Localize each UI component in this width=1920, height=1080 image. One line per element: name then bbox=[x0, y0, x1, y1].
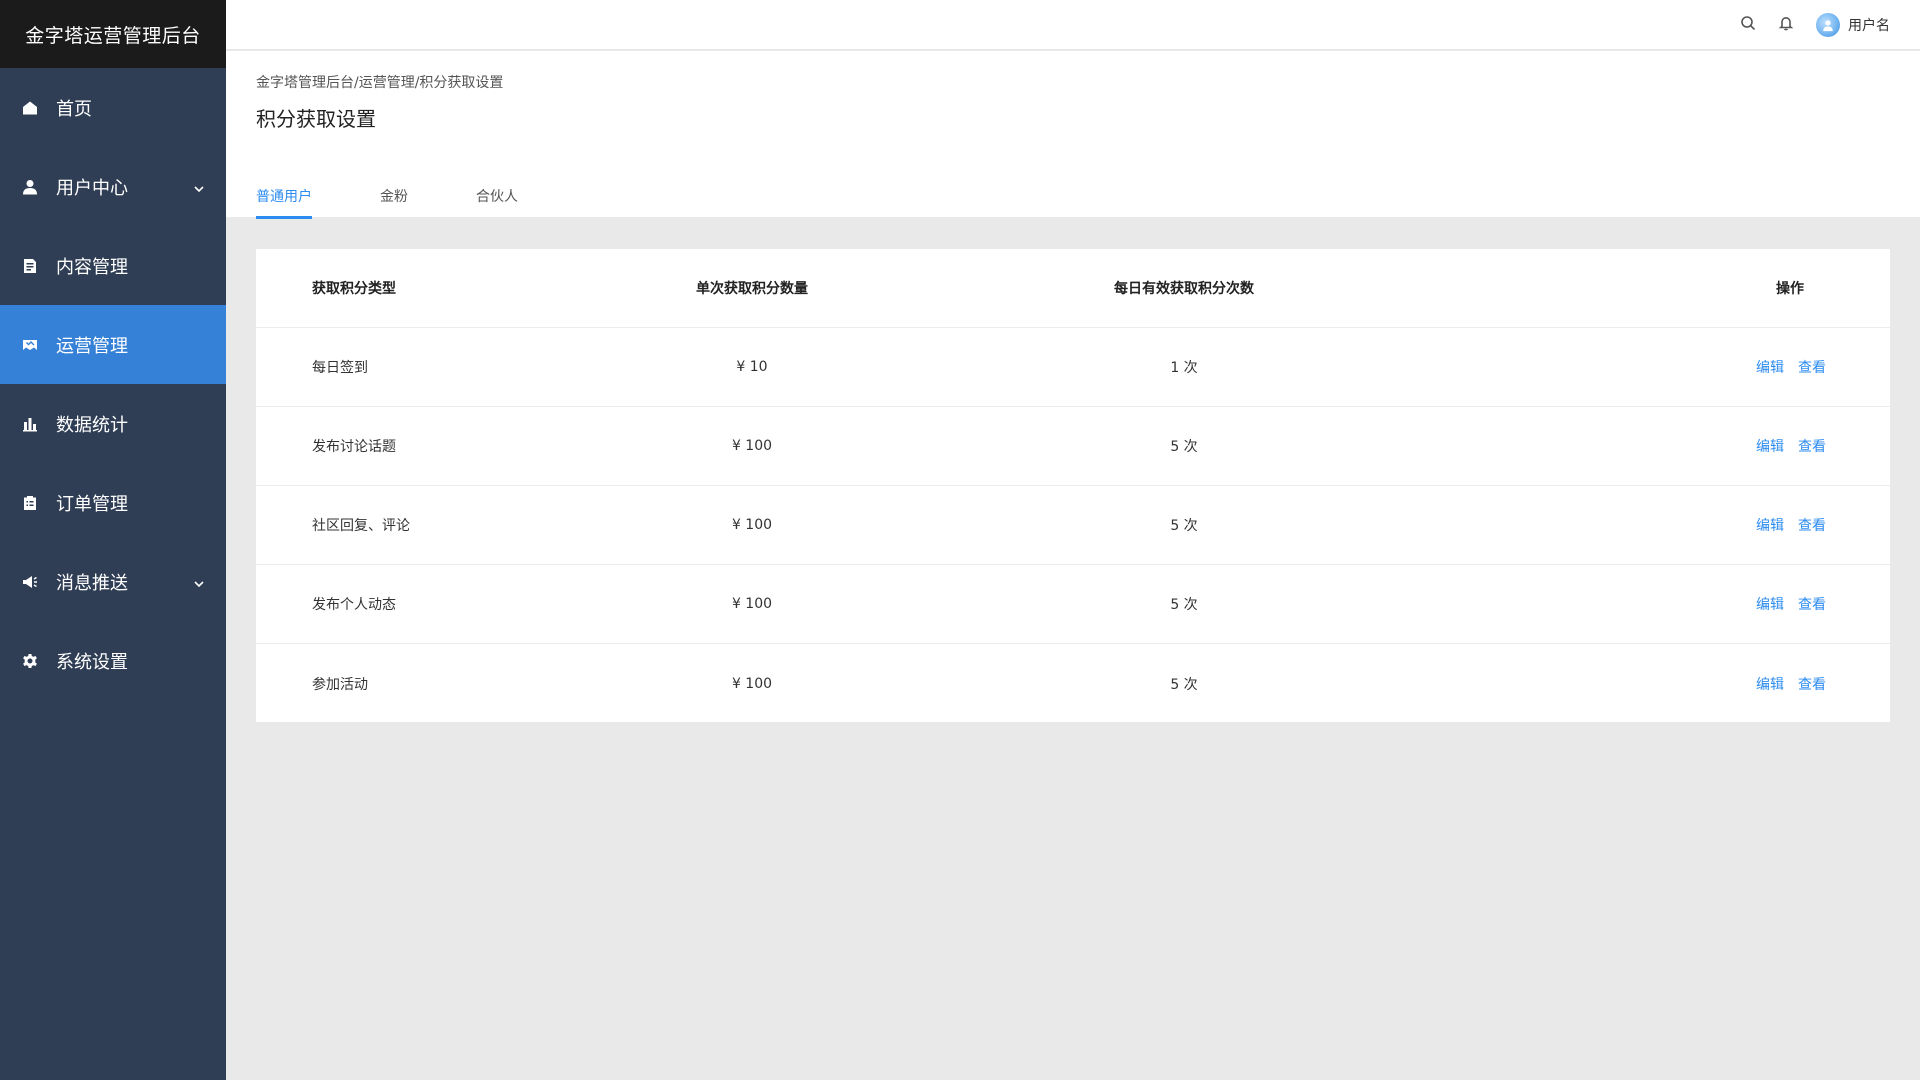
cell-type: 发布个人动态 bbox=[312, 597, 396, 613]
row-actions: 编辑 查看 bbox=[1756, 594, 1826, 614]
column-header-type: 获取积分类型 bbox=[312, 281, 396, 297]
cell-type: 社区回复、评论 bbox=[312, 518, 410, 534]
sidebar-item-label: 数据统计 bbox=[56, 414, 128, 436]
table-row: 发布讨论话题 ¥ 100 5 次 编辑 查看 bbox=[256, 407, 1890, 486]
cell-daily-times: 5 次 bbox=[1170, 439, 1198, 455]
gear-icon bbox=[22, 653, 38, 669]
edit-link[interactable]: 编辑 bbox=[1756, 594, 1784, 614]
page-header: 金字塔管理后台/运营管理/积分获取设置 积分获取设置 普通用户 金粉 合伙人 bbox=[226, 51, 1920, 219]
cell-amount: ¥ 100 bbox=[731, 596, 773, 612]
view-link[interactable]: 查看 bbox=[1798, 515, 1826, 535]
tab-partner[interactable]: 合伙人 bbox=[476, 186, 518, 217]
document-icon bbox=[22, 258, 38, 274]
column-header-daily-times: 每日有效获取积分次数 bbox=[1114, 281, 1254, 297]
clipboard-icon bbox=[22, 495, 38, 511]
points-table: 获取积分类型 单次获取积分数量 每日有效获取积分次数 操作 每日签到 ¥ 10 … bbox=[256, 249, 1890, 722]
megaphone-icon bbox=[22, 574, 38, 590]
table-row: 发布个人动态 ¥ 100 5 次 编辑 查看 bbox=[256, 565, 1890, 644]
breadcrumb: 金字塔管理后台/运营管理/积分获取设置 bbox=[256, 75, 504, 91]
row-actions: 编辑 查看 bbox=[1756, 436, 1826, 456]
chevron-down-icon[interactable] bbox=[192, 180, 206, 194]
sidebar-item-label: 运营管理 bbox=[56, 335, 128, 357]
home-icon bbox=[22, 100, 38, 116]
sidebar-item-label: 消息推送 bbox=[56, 572, 128, 594]
cell-type: 发布讨论话题 bbox=[312, 439, 396, 455]
sidebar-item-settings[interactable]: 系统设置 bbox=[0, 621, 226, 700]
view-link[interactable]: 查看 bbox=[1798, 594, 1826, 614]
user-icon bbox=[22, 179, 38, 195]
edit-link[interactable]: 编辑 bbox=[1756, 357, 1784, 377]
search-icon[interactable] bbox=[1740, 15, 1756, 35]
user-menu[interactable]: 用户名 bbox=[1816, 13, 1890, 37]
chevron-down-icon[interactable] bbox=[192, 575, 206, 589]
username: 用户名 bbox=[1848, 18, 1890, 34]
topbar-actions: 用户名 bbox=[1740, 0, 1890, 50]
sidebar-item-label: 订单管理 bbox=[56, 493, 128, 515]
tab-regular-user[interactable]: 普通用户 bbox=[256, 186, 312, 219]
sidebar-item-statistics[interactable]: 数据统计 bbox=[0, 384, 226, 463]
sidebar-item-label: 用户中心 bbox=[56, 177, 128, 199]
sidebar-item-label: 系统设置 bbox=[56, 651, 128, 673]
view-link[interactable]: 查看 bbox=[1798, 357, 1826, 377]
sidebar-item-content[interactable]: 内容管理 bbox=[0, 226, 226, 305]
cell-daily-times: 5 次 bbox=[1170, 518, 1198, 534]
cell-amount: ¥ 100 bbox=[731, 517, 773, 533]
table-row: 参加活动 ¥ 100 5 次 编辑 查看 bbox=[256, 644, 1890, 723]
row-actions: 编辑 查看 bbox=[1756, 515, 1826, 535]
view-link[interactable]: 查看 bbox=[1798, 436, 1826, 456]
app-title: 金字塔运营管理后台 bbox=[0, 0, 226, 68]
cell-amount: ¥ 10 bbox=[736, 359, 768, 375]
cell-type: 参加活动 bbox=[312, 676, 368, 693]
cell-daily-times: 5 次 bbox=[1170, 597, 1198, 613]
sidebar-item-label: 内容管理 bbox=[56, 256, 128, 278]
column-header-actions: 操作 bbox=[1776, 281, 1804, 297]
row-actions: 编辑 查看 bbox=[1756, 674, 1826, 694]
row-actions: 编辑 查看 bbox=[1756, 357, 1826, 377]
cell-daily-times: 1 次 bbox=[1170, 360, 1198, 376]
cell-type: 每日签到 bbox=[312, 360, 368, 376]
avatar bbox=[1816, 13, 1840, 37]
edit-link[interactable]: 编辑 bbox=[1756, 674, 1784, 694]
sidebar-item-messages[interactable]: 消息推送 bbox=[0, 542, 226, 621]
sidebar: 金字塔运营管理后台 首页 用户中心 内容管理 运营管理 数据统计 订单管理 消息… bbox=[0, 0, 226, 1080]
edit-link[interactable]: 编辑 bbox=[1756, 515, 1784, 535]
user-type-tabs: 普通用户 金粉 合伙人 bbox=[256, 186, 586, 219]
bell-icon[interactable] bbox=[1778, 15, 1794, 35]
operations-icon bbox=[22, 337, 38, 353]
top-bar: 用户名 bbox=[226, 0, 1920, 50]
tab-gold-fan[interactable]: 金粉 bbox=[380, 186, 408, 217]
cell-amount: ¥ 100 bbox=[731, 675, 773, 692]
view-link[interactable]: 查看 bbox=[1798, 674, 1826, 694]
column-header-amount: 单次获取积分数量 bbox=[696, 281, 808, 297]
table-row: 社区回复、评论 ¥ 100 5 次 编辑 查看 bbox=[256, 486, 1890, 565]
sidebar-item-orders[interactable]: 订单管理 bbox=[0, 463, 226, 542]
cell-amount: ¥ 100 bbox=[731, 438, 773, 454]
page-title: 积分获取设置 bbox=[256, 107, 376, 131]
sidebar-item-label: 首页 bbox=[56, 98, 92, 120]
sidebar-item-operations[interactable]: 运营管理 bbox=[0, 305, 226, 384]
cell-daily-times: 5 次 bbox=[1170, 676, 1198, 693]
sidebar-item-user-center[interactable]: 用户中心 bbox=[0, 147, 226, 226]
table-row: 每日签到 ¥ 10 1 次 编辑 查看 bbox=[256, 328, 1890, 407]
table-header-row: 获取积分类型 单次获取积分数量 每日有效获取积分次数 操作 bbox=[256, 249, 1890, 328]
bar-chart-icon bbox=[22, 416, 38, 432]
edit-link[interactable]: 编辑 bbox=[1756, 436, 1784, 456]
sidebar-item-home[interactable]: 首页 bbox=[0, 68, 226, 147]
